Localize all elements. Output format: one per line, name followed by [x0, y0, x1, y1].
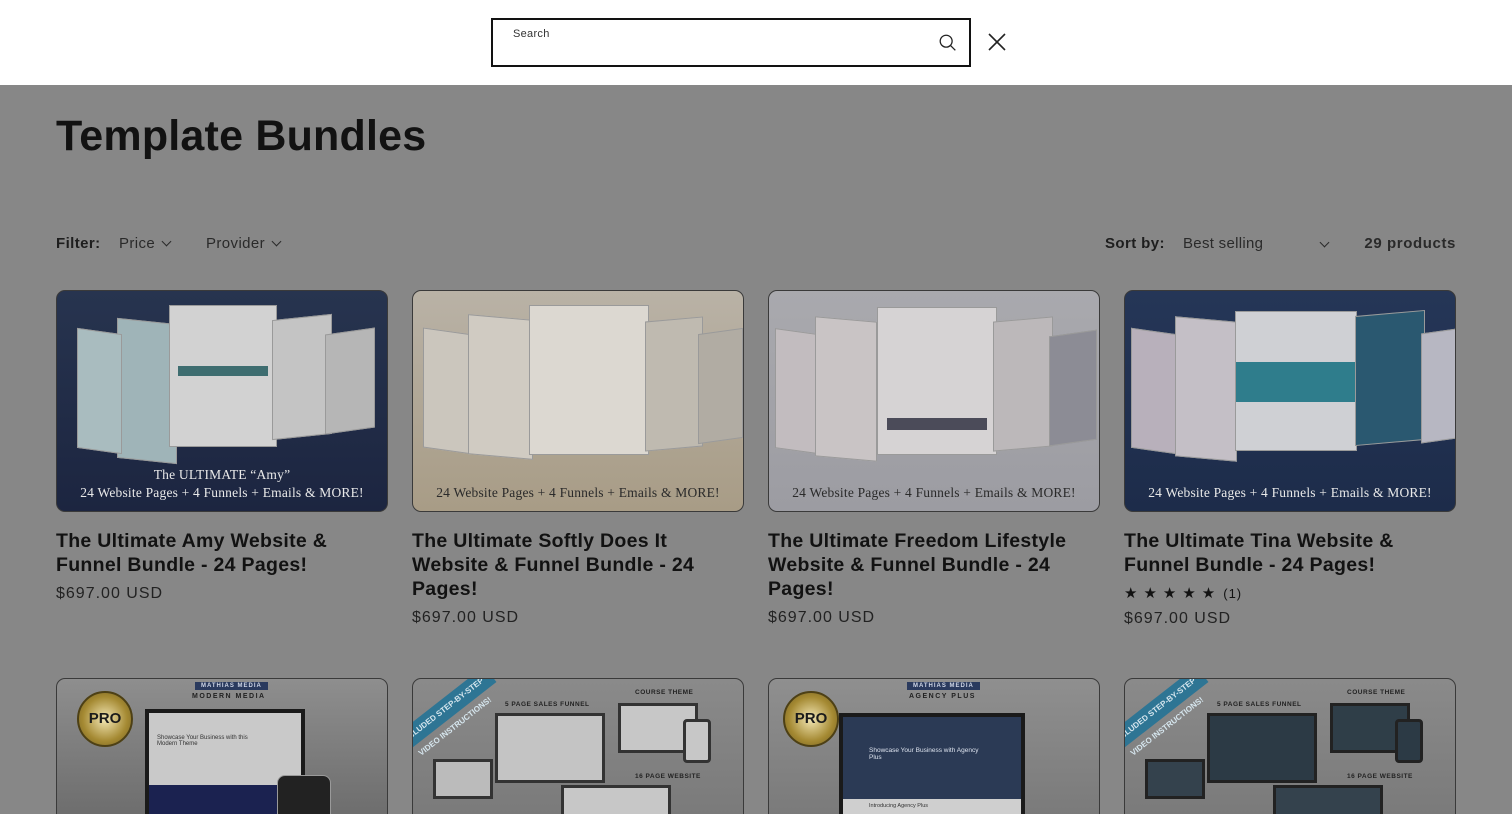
product-title[interactable]: The Ultimate Tina Website & Funnel Bundl…	[1124, 529, 1456, 577]
search-input[interactable]	[513, 42, 913, 62]
chevron-down-icon	[1319, 237, 1330, 248]
badge-text: PRO	[88, 710, 122, 727]
product-image-caption: The ULTIMATE “Amy” 24 Website Pages + 4 …	[57, 466, 387, 502]
mockup-headline: Showcase Your Business with Agency Plus	[869, 747, 979, 761]
pro-badge: PRO	[77, 691, 133, 747]
filter-price-dropdown[interactable]: Price	[119, 235, 172, 252]
product-image[interactable]: 24 Website Pages + 4 Funnels + Emails & …	[1124, 290, 1456, 512]
chevron-down-icon	[161, 236, 172, 247]
mockup-label: COURSE THEME	[1347, 689, 1406, 696]
mockup-label: 5 PAGE SALES FUNNEL	[505, 701, 590, 708]
ribbon-label: INCLUDED STEP-BY-STEP VIDEO INSTRUCTIONS…	[413, 679, 497, 758]
product-card[interactable]: 24 Website Pages + 4 Funnels + Emails & …	[1124, 290, 1456, 628]
product-image-caption: 24 Website Pages + 4 Funnels + Emails & …	[769, 484, 1099, 502]
product-title[interactable]: The Ultimate Softly Does It Website & Fu…	[412, 529, 744, 601]
product-image[interactable]: MATHIAS MEDIA AGENCY PLUS Showcase Your …	[768, 678, 1100, 814]
product-image-caption: 24 Website Pages + 4 Funnels + Emails & …	[413, 484, 743, 502]
ribbon-label: INCLUDED STEP-BY-STEP VIDEO INSTRUCTIONS…	[1125, 679, 1209, 758]
badge-text: PRO	[794, 710, 828, 727]
product-image[interactable]: INCLUDED STEP-BY-STEP VIDEO INSTRUCTIONS…	[412, 678, 744, 814]
filter-bar: Filter: Price Provider Sort by: Best sel…	[56, 234, 1456, 254]
product-image[interactable]: 24 Website Pages + 4 Funnels + Emails & …	[768, 290, 1100, 512]
caption-line: 24 Website Pages + 4 Funnels + Emails & …	[80, 485, 364, 500]
product-count: 29 products	[1364, 235, 1456, 252]
theme-name: AGENCY PLUS	[909, 693, 976, 700]
product-card[interactable]: The ULTIMATE “Amy” 24 Website Pages + 4 …	[56, 290, 388, 603]
search-label: Search	[513, 28, 550, 40]
chevron-down-icon	[271, 236, 282, 247]
product-rating: ★★★★★ (1)	[1124, 584, 1456, 602]
product-image[interactable]: MATHIAS MEDIA MODERN MEDIA Showcase Your…	[56, 678, 388, 814]
page-title: Template Bundles	[56, 112, 427, 160]
product-price: $697.00 USD	[56, 585, 164, 602]
sort-select[interactable]: Best selling	[1183, 235, 1330, 252]
mockup-headline: Showcase Your Business with this Modern …	[157, 735, 248, 747]
search-box[interactable]: Search	[491, 18, 971, 67]
rating-count: (1)	[1223, 586, 1243, 601]
product-title[interactable]: The Ultimate Freedom Lifestyle Website &…	[768, 529, 1100, 601]
product-price: $697.00 USD	[412, 609, 520, 626]
theme-name: MODERN MEDIA	[192, 693, 266, 700]
product-title[interactable]: The Ultimate Amy Website & Funnel Bundle…	[56, 529, 388, 577]
search-icon[interactable]	[937, 32, 959, 54]
product-price: $697.00 USD	[1124, 610, 1232, 627]
pro-badge: PRO	[783, 691, 839, 747]
mockup-label: 16 PAGE WEBSITE	[1347, 773, 1413, 780]
filter-provider-dropdown[interactable]: Provider	[206, 235, 282, 252]
star-icon: ★★★★★	[1124, 585, 1222, 602]
product-image-caption: 24 Website Pages + 4 Funnels + Emails & …	[1125, 484, 1455, 502]
filter-label: Filter:	[56, 235, 101, 252]
close-icon[interactable]	[985, 30, 1009, 54]
caption-line: 24 Website Pages + 4 Funnels + Emails & …	[436, 485, 720, 500]
product-card[interactable]: 24 Website Pages + 4 Funnels + Emails & …	[768, 290, 1100, 627]
filter-price-label: Price	[119, 235, 156, 252]
caption-line: 24 Website Pages + 4 Funnels + Emails & …	[792, 485, 1076, 500]
caption-line: 24 Website Pages + 4 Funnels + Emails & …	[1148, 485, 1432, 500]
sort-label: Sort by:	[1105, 235, 1165, 252]
mockup-label: 16 PAGE WEBSITE	[635, 773, 701, 780]
product-image[interactable]: INCLUDED STEP-BY-STEP VIDEO INSTRUCTIONS…	[1124, 678, 1456, 814]
product-card[interactable]: 24 Website Pages + 4 Funnels + Emails & …	[412, 290, 744, 627]
brand-label: MATHIAS MEDIA	[195, 682, 268, 690]
filter-provider-label: Provider	[206, 235, 266, 252]
mockup-label: 5 PAGE SALES FUNNEL	[1217, 701, 1302, 708]
product-price: $697.00 USD	[768, 609, 876, 626]
mockup-label: COURSE THEME	[635, 689, 694, 696]
product-image[interactable]: The ULTIMATE “Amy” 24 Website Pages + 4 …	[56, 290, 388, 512]
search-header: Search	[0, 0, 1512, 85]
sort-value: Best selling	[1183, 235, 1264, 252]
product-image[interactable]: 24 Website Pages + 4 Funnels + Emails & …	[412, 290, 744, 512]
mockup-subheadline: Introducing Agency Plus	[869, 803, 929, 809]
caption-line: The ULTIMATE “Amy”	[153, 467, 291, 482]
brand-label: MATHIAS MEDIA	[907, 682, 980, 690]
